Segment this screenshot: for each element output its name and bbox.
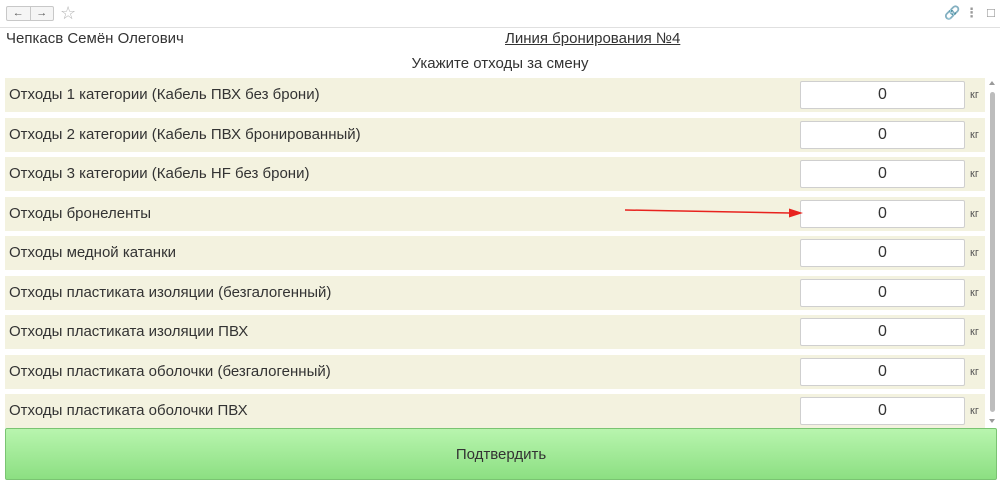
scroll-down-icon[interactable]: [989, 419, 995, 423]
waste-row: Отходы 3 категории (Кабель HF без брони)…: [5, 157, 985, 191]
waste-row-label: Отходы пластиката оболочки (безгалогенны…: [9, 362, 331, 380]
waste-quantity-input[interactable]: [800, 199, 965, 228]
confirm-button[interactable]: Подтвердить: [5, 428, 997, 480]
waste-row-label: Отходы пластиката изоляции ПВХ: [9, 323, 249, 340]
more-vertical-icon[interactable]: ⋮: [965, 5, 978, 21]
scroll-thumb[interactable]: [990, 92, 995, 412]
star-icon[interactable]: ☆: [60, 2, 76, 24]
scroll-up-icon[interactable]: [989, 81, 995, 85]
user-name: Чепкасв Семён Олегович: [6, 30, 184, 47]
waste-row: Отходы пластиката оболочки ПВХ кг: [5, 394, 985, 428]
waste-row-label: Отходы 3 категории (Кабель HF без брони): [9, 165, 310, 182]
nav-buttons: ← →: [6, 6, 54, 21]
waste-row-label: Отходы 1 категории (Кабель ПВХ без брони…: [9, 86, 320, 103]
waste-quantity-input[interactable]: [800, 397, 965, 425]
waste-quantity-input[interactable]: [800, 120, 965, 149]
waste-row-label: Отходы пластиката оболочки ПВХ: [9, 402, 248, 419]
unit-label: кг: [970, 286, 979, 299]
unit-label: кг: [970, 326, 979, 338]
waste-quantity-input[interactable]: [800, 239, 965, 267]
unit-label: кг: [970, 168, 979, 180]
waste-row-label: Отходы медной катанки: [9, 244, 177, 261]
unit-label: кг: [970, 405, 979, 417]
waste-quantity-input[interactable]: [800, 160, 965, 188]
form-subtitle: Укажите отходы за смену: [411, 55, 589, 72]
waste-quantity-input[interactable]: [800, 318, 965, 346]
waste-row: Отходы 1 категории (Кабель ПВХ без брони…: [5, 78, 985, 112]
form-header: Чепкасв Семён Олегович Линия бронировани…: [0, 28, 1000, 78]
unit-label: кг: [970, 128, 979, 141]
waste-row-label: Отходы броне­ленты: [9, 204, 152, 222]
waste-quantity-input[interactable]: [800, 278, 965, 307]
waste-quantity-input[interactable]: [800, 357, 965, 386]
waste-row: Отходы медной катанки кг: [5, 236, 985, 270]
waste-row: Отходы броне­ленты кг: [5, 196, 985, 231]
scrollbar[interactable]: [988, 78, 997, 426]
unit-label: кг: [970, 207, 979, 220]
forward-arrow-icon[interactable]: →: [29, 7, 54, 20]
waste-row-label: Отходы пластиката изоляции (безгалогенны…: [9, 283, 332, 301]
waste-list: Отходы 1 категории (Кабель ПВХ без брони…: [0, 78, 1000, 428]
waste-quantity-input[interactable]: [800, 81, 965, 109]
unit-label: кг: [970, 365, 979, 378]
waste-row: Отходы пластиката оболочки (безгалогенны…: [5, 354, 985, 389]
waste-row: Отходы пластиката изоляции ПВХ кг: [5, 315, 985, 349]
back-arrow-icon[interactable]: ←: [7, 7, 30, 20]
waste-row-label: Отходы 2 категории (Кабель ПВХ бронирова…: [9, 125, 361, 143]
maximize-icon[interactable]: ☐: [986, 6, 996, 22]
unit-label: кг: [970, 247, 979, 259]
unit-label: кг: [970, 89, 979, 101]
line-title-link[interactable]: Линия бронирования №4: [505, 30, 680, 48]
waste-row: Отходы 2 категории (Кабель ПВХ бронирова…: [5, 117, 985, 152]
link-icon[interactable]: 🔗: [944, 5, 960, 21]
window-toolbar: ← → ☆ 🔗 ⋮ ☐: [0, 0, 1000, 28]
waste-row: Отходы пластиката изоляции (безгалогенны…: [5, 275, 985, 310]
